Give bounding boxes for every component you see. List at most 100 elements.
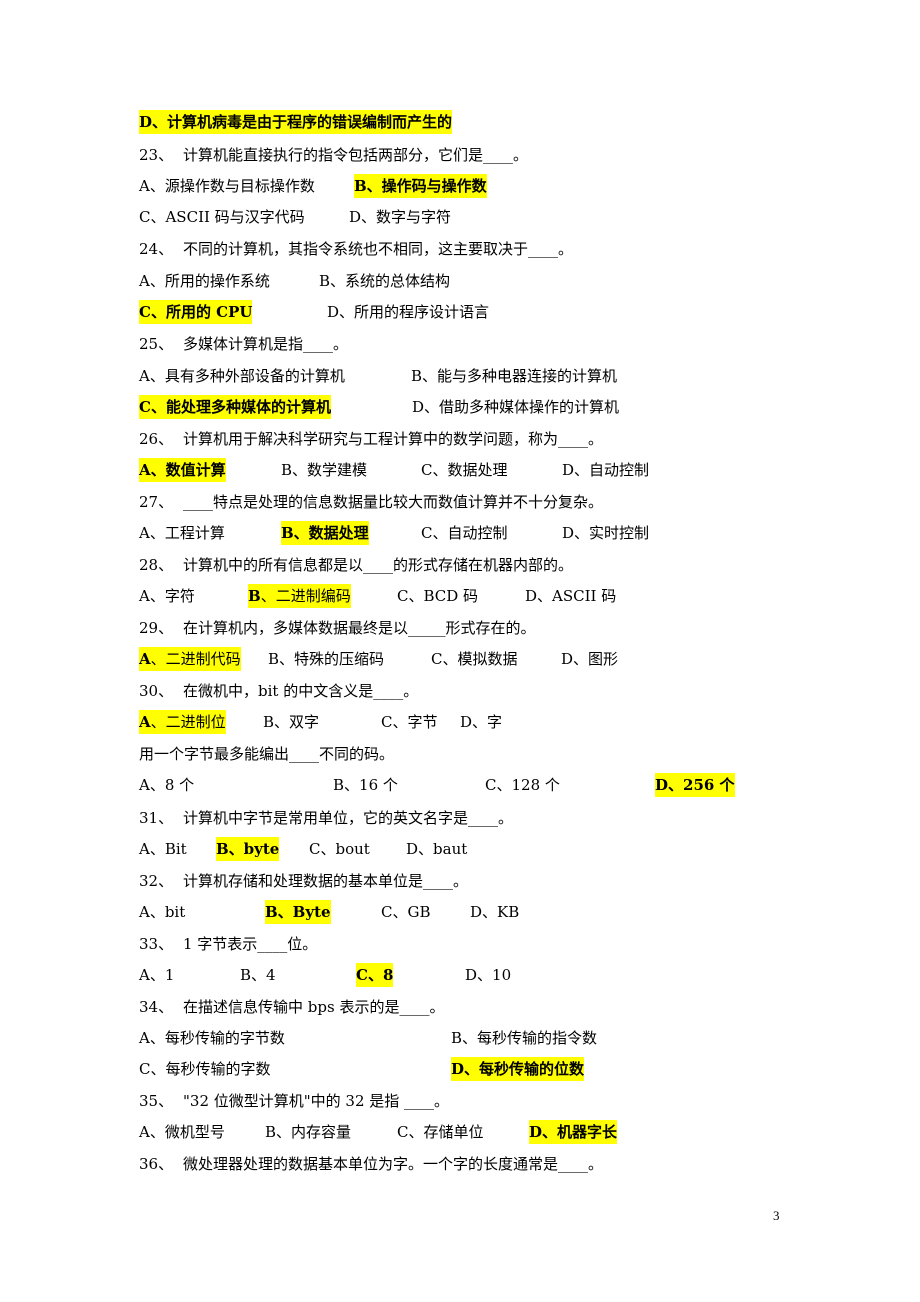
- answer-option: B、每秒传输的指令数: [451, 1029, 598, 1047]
- question-number: 28、: [139, 556, 174, 574]
- question-text: ____特点是处理的信息数据量比较大而数值计算并不十分复杂。: [183, 493, 604, 511]
- question-line: 32、 计算机存储和处理数据的基本单位是____。: [139, 869, 468, 893]
- option-letter: B: [248, 587, 261, 605]
- correct-answer-option: D、每秒传输的位数: [451, 1057, 585, 1081]
- question-line: 25、 多媒体计算机是指____。: [139, 332, 348, 356]
- answer-option: D、数字与字符: [349, 208, 452, 226]
- question-number: 29、: [139, 619, 174, 637]
- question-line: 26、 计算机用于解决科学研究与工程计算中的数学问题，称为____。: [139, 427, 603, 451]
- answer-option: C、bout: [309, 840, 370, 858]
- answer-option: D、所用的程序设计语言: [327, 303, 490, 321]
- question-number: 27、: [139, 493, 174, 511]
- correct-answer-option: C、能处理多种媒体的计算机: [139, 395, 331, 419]
- answer-option: A、工程计算: [139, 524, 225, 542]
- question-line: 33、 1 字节表示____位。: [139, 932, 317, 956]
- correct-answer-option: B、byte: [216, 837, 280, 861]
- question-line: 用一个字节最多能编出____不同的码。: [139, 742, 394, 766]
- question-text: 计算机用于解决科学研究与工程计算中的数学问题，称为____。: [183, 430, 604, 448]
- question-number: 26、: [139, 430, 174, 448]
- question-text: 用一个字节最多能编出____不同的码。: [139, 745, 395, 763]
- correct-answer-option: A、二进制位: [139, 710, 226, 734]
- answer-option: A、1: [139, 966, 175, 984]
- question-number: 25、: [139, 335, 174, 353]
- question-line: 35、 "32 位微型计算机"中的 32 是指 ____。: [139, 1089, 449, 1113]
- question-text: 多媒体计算机是指____。: [183, 335, 349, 353]
- question-line: 30、 在微机中，bit 的中文含义是____。: [139, 679, 418, 703]
- question-text: 计算机存储和处理数据的基本单位是____。: [183, 872, 469, 890]
- correct-answer-option: C、所用的 CPU: [139, 300, 253, 324]
- question-text: 不同的计算机，其指令系统也不相同，这主要取决于____。: [183, 240, 574, 258]
- option-text: 、二进制代码: [150, 650, 241, 668]
- answer-option: A、bit: [139, 903, 186, 921]
- question-line: 24、 不同的计算机，其指令系统也不相同，这主要取决于____。: [139, 237, 573, 261]
- page-number: 3: [773, 1208, 780, 1223]
- answer-option: D、实时控制: [562, 524, 650, 542]
- answer-option: C、自动控制: [421, 524, 508, 542]
- question-number: 31、: [139, 809, 174, 827]
- correct-answer-option: D、计算机病毒是由于程序的错误编制而产生的: [139, 110, 453, 134]
- question-line: 36、 微处理器处理的数据基本单位为字。一个字的长度通常是____。: [139, 1152, 603, 1176]
- question-text: 计算机能直接执行的指令包括两部分，它们是____。: [183, 146, 529, 164]
- question-line: 27、 ____特点是处理的信息数据量比较大而数值计算并不十分复杂。: [139, 490, 603, 514]
- answer-option: C、每秒传输的字数: [139, 1060, 271, 1078]
- answer-option: D、借助多种媒体操作的计算机: [412, 398, 620, 416]
- answer-option: A、源操作数与目标操作数: [139, 177, 315, 195]
- answer-option: D、字: [460, 713, 503, 731]
- answer-option: D、图形: [561, 650, 619, 668]
- question-text: 在微机中，bit 的中文含义是____。: [183, 682, 419, 700]
- answer-option: B、特殊的压缩码: [268, 650, 385, 668]
- correct-answer-option: C、8: [356, 963, 394, 987]
- document-page: 3 D、计算机病毒是由于程序的错误编制而产生的 23、 计算机能直接执行的指令包括两…: [0, 0, 920, 1302]
- question-text: 在计算机内，多媒体数据最终是以_____形式存在的。: [183, 619, 536, 637]
- question-number: 35、: [139, 1092, 174, 1110]
- question-line: 34、 在描述信息传输中 bps 表示的是____。: [139, 995, 444, 1019]
- answer-option: A、字符: [139, 587, 195, 605]
- option-text: 、二进制编码: [260, 587, 351, 605]
- correct-answer-option: D、256 个: [655, 773, 735, 797]
- correct-answer-option: B、Byte: [265, 900, 331, 924]
- option-text: 、二进制位: [150, 713, 226, 731]
- question-number: 36、: [139, 1155, 174, 1173]
- answer-option: C、模拟数据: [431, 650, 518, 668]
- answer-option: D、ASCII 码: [525, 587, 617, 605]
- answer-option: A、8 个: [139, 776, 195, 794]
- question-text: 1 字节表示____位。: [183, 935, 318, 953]
- answer-option: B、能与多种电器连接的计算机: [411, 367, 618, 385]
- correct-answer-option: B、操作码与操作数: [354, 174, 487, 198]
- answer-option: C、存储单位: [397, 1123, 484, 1141]
- answer-option: D、baut: [406, 840, 468, 858]
- question-line: 28、 计算机中的所有信息都是以____的形式存储在机器内部的。: [139, 553, 573, 577]
- answer-option: B、内存容量: [265, 1123, 352, 1141]
- question-text: 计算机中的所有信息都是以____的形式存储在机器内部的。: [183, 556, 574, 574]
- correct-answer-option: B、二进制编码: [248, 584, 351, 608]
- answer-option: A、Bit: [139, 840, 187, 858]
- question-number: 30、: [139, 682, 174, 700]
- answer-option: B、双字: [263, 713, 320, 731]
- answer-option: B、数学建模: [281, 461, 368, 479]
- question-number: 23、: [139, 146, 174, 164]
- question-line: 29、 在计算机内，多媒体数据最终是以_____形式存在的。: [139, 616, 536, 640]
- answer-option: C、128 个: [485, 776, 560, 794]
- answer-option: A、每秒传输的字节数: [139, 1029, 285, 1047]
- answer-option: A、微机型号: [139, 1123, 225, 1141]
- answer-option: C、ASCII 码与汉字代码: [139, 208, 305, 226]
- answer-option: C、数据处理: [421, 461, 508, 479]
- correct-answer-option: A、数值计算: [139, 458, 226, 482]
- answer-option: C、GB: [381, 903, 431, 921]
- question-number: 24、: [139, 240, 174, 258]
- correct-answer-option: D、机器字长: [529, 1120, 618, 1144]
- answer-option: B、4: [240, 966, 276, 984]
- answer-option: B、16 个: [333, 776, 398, 794]
- answer-option: B、系统的总体结构: [319, 272, 451, 290]
- answer-option: C、BCD 码: [397, 587, 479, 605]
- option-letter: A: [139, 713, 151, 731]
- question-text: "32 位微型计算机"中的 32 是指 ____。: [183, 1092, 450, 1110]
- question-text: 微处理器处理的数据基本单位为字。一个字的长度通常是____。: [183, 1155, 604, 1173]
- answer-option: D、KB: [470, 903, 520, 921]
- correct-answer-option: B、数据处理: [281, 521, 369, 545]
- question-number: 32、: [139, 872, 174, 890]
- question-text: 计算机中字节是常用单位，它的英文名字是____。: [183, 809, 514, 827]
- answer-option: D、10: [465, 966, 512, 984]
- question-line: 31、 计算机中字节是常用单位，它的英文名字是____。: [139, 806, 513, 830]
- correct-answer-option: A、二进制代码: [139, 647, 241, 671]
